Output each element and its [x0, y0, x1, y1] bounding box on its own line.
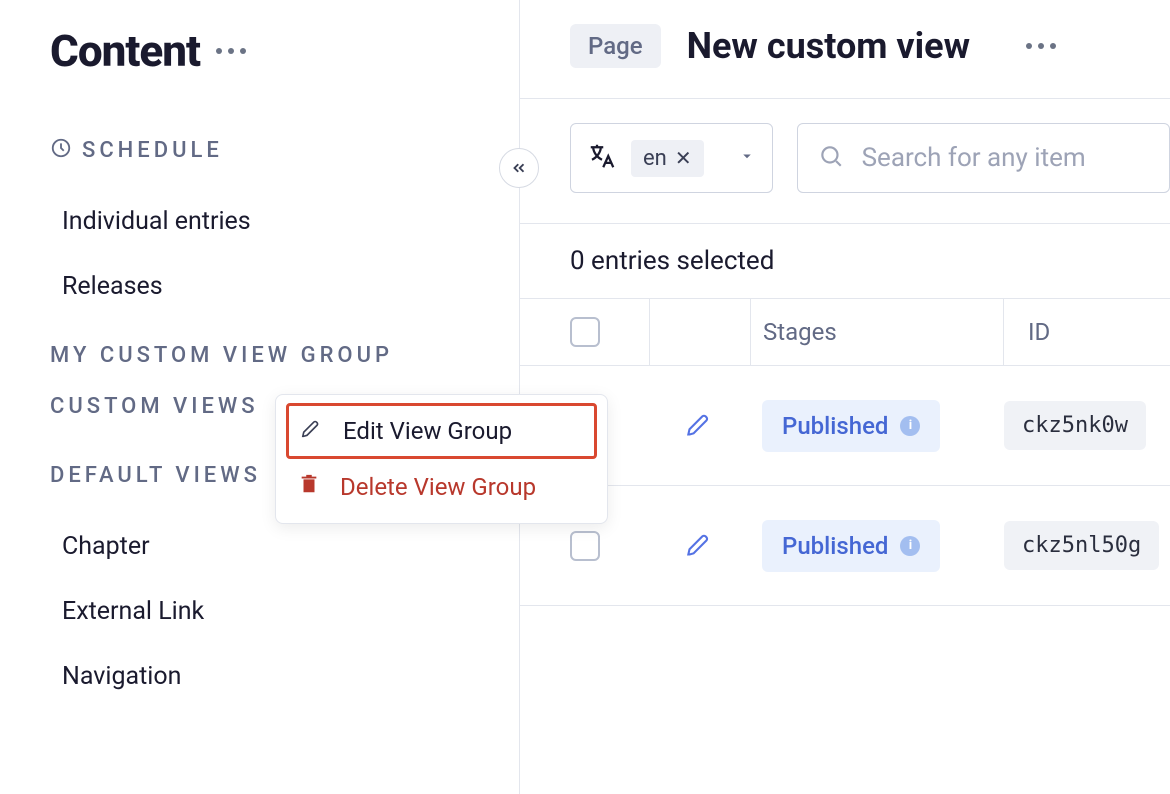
view-more-icon[interactable]	[1026, 43, 1056, 49]
filters-row: en ✕	[520, 98, 1170, 224]
sidebar-item-external-link[interactable]: External Link	[50, 579, 519, 644]
select-all-cell	[520, 299, 650, 365]
view-title: New custom view	[687, 25, 970, 67]
schedule-section-header: SCHEDULE	[50, 137, 519, 163]
translate-icon	[587, 141, 617, 175]
page-badge: Page	[570, 24, 661, 68]
clock-icon	[50, 137, 72, 163]
page-title: Content	[50, 25, 200, 77]
delete-view-group-item[interactable]: Delete View Group	[276, 459, 607, 515]
status-label: Published	[782, 412, 888, 440]
status-label: Published	[782, 532, 888, 560]
close-icon[interactable]: ✕	[675, 146, 692, 170]
id-chip: ckz5nk0w	[1004, 401, 1146, 450]
sidebar-item-releases[interactable]: Releases	[50, 254, 519, 319]
status-badge: Published i	[762, 400, 940, 452]
edit-view-group-label: Edit View Group	[343, 417, 512, 445]
delete-view-group-label: Delete View Group	[340, 473, 536, 501]
edit-row-button[interactable]	[686, 530, 714, 562]
chevron-down-icon	[718, 147, 756, 169]
pencil-icon	[301, 417, 323, 445]
edit-column-header	[650, 299, 750, 365]
select-all-checkbox[interactable]	[570, 317, 600, 347]
edit-view-group-item[interactable]: Edit View Group	[286, 403, 597, 459]
default-views-label: DEFAULT VIEWS	[50, 463, 261, 488]
schedule-label: SCHEDULE	[82, 138, 223, 163]
id-column-header: ID	[1004, 299, 1170, 365]
sidebar-title-row: Content	[50, 25, 519, 77]
context-menu: Edit View Group Delete View Group	[275, 394, 608, 524]
language-select[interactable]: en ✕	[570, 123, 773, 193]
trash-icon	[298, 473, 320, 501]
table-row[interactable]: Published i ckz5nk0w	[520, 366, 1170, 486]
my-custom-group-header: MY CUSTOM VIEW GROUP	[50, 343, 519, 368]
stages-column-header: Stages	[750, 299, 1004, 365]
search-box[interactable]	[797, 123, 1170, 193]
row-checkbox[interactable]	[570, 531, 600, 561]
main-content: Page New custom view en ✕ 0 entries sele…	[520, 0, 1170, 794]
info-icon: i	[900, 416, 920, 436]
id-chip: ckz5nl50g	[1004, 521, 1159, 570]
table-row[interactable]: Published i ckz5nl50g	[520, 486, 1170, 606]
search-icon	[818, 143, 844, 173]
language-chip-label: en	[643, 146, 667, 171]
more-icon[interactable]	[216, 48, 246, 54]
main-header: Page New custom view	[520, 0, 1170, 98]
custom-views-label: CUSTOM VIEWS	[50, 394, 259, 419]
sidebar-item-individual-entries[interactable]: Individual entries	[50, 189, 519, 254]
info-icon: i	[900, 536, 920, 556]
table-header: Stages ID	[520, 298, 1170, 366]
selection-status: 0 entries selected	[520, 224, 1170, 298]
status-badge: Published i	[762, 520, 940, 572]
search-input[interactable]	[862, 143, 1149, 173]
sidebar-item-navigation[interactable]: Navigation	[50, 644, 519, 709]
language-chip: en ✕	[631, 140, 704, 177]
my-custom-group-label: MY CUSTOM VIEW GROUP	[50, 343, 393, 368]
edit-row-button[interactable]	[686, 410, 714, 442]
